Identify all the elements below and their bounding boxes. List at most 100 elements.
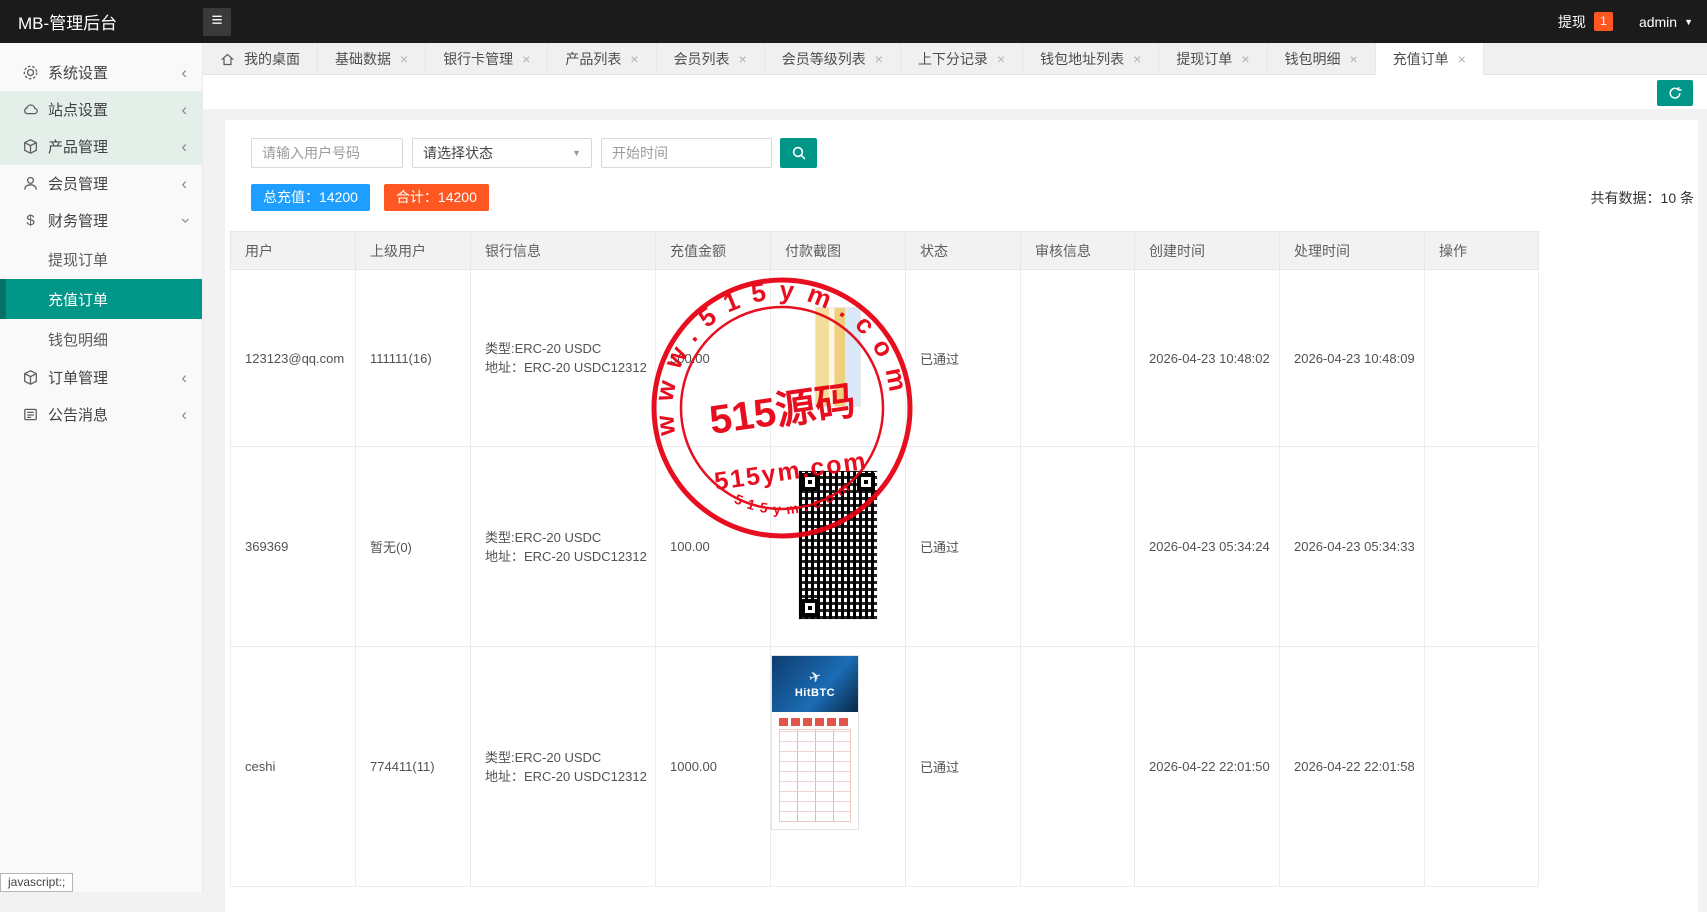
withdraw-count-badge: 1: [1594, 12, 1613, 31]
tab-withdraw-orders[interactable]: 提现订单 ×: [1159, 43, 1267, 75]
column-header-parent: 上级用户: [356, 232, 471, 270]
search-icon: [791, 145, 807, 161]
cell-processed: 2026-04-22 22:01:58: [1280, 647, 1425, 887]
tab-wallet-address-list[interactable]: 钱包地址列表 ×: [1023, 43, 1159, 75]
column-header-audit: 审核信息: [1021, 232, 1135, 270]
close-tab-icon[interactable]: ×: [739, 52, 747, 66]
cell-screenshot: [771, 447, 906, 647]
column-header-bank: 银行信息: [471, 232, 656, 270]
cell-screenshot: ✈ HitBTC: [771, 647, 906, 887]
app-header: MB-管理后台 ≡ 提现 1 admin ▼: [0, 0, 1707, 43]
user-menu[interactable]: admin ▼: [1639, 14, 1693, 30]
withdraw-shortcut[interactable]: 提现 1: [1558, 12, 1613, 32]
cell-status: 已通过: [906, 270, 1021, 447]
cell-bank: 类型:ERC-20 USDC 地址：ERC-20 USDC12312: [471, 447, 656, 647]
close-tab-icon[interactable]: ×: [1350, 52, 1358, 66]
close-tab-icon[interactable]: ×: [1133, 52, 1141, 66]
tab-member-list[interactable]: 会员列表 ×: [657, 43, 765, 75]
user-id-input[interactable]: [251, 138, 403, 168]
app-title: MB-管理后台: [18, 9, 188, 34]
close-tab-icon[interactable]: ×: [1458, 52, 1466, 66]
payment-screenshot-image[interactable]: ✈ HitBTC: [771, 655, 859, 830]
close-tab-icon[interactable]: ×: [875, 52, 883, 66]
close-tab-icon[interactable]: ×: [997, 52, 1005, 66]
chevron-down-icon: ‹: [176, 218, 193, 224]
cell-created: 2026-04-22 22:01:50: [1135, 647, 1280, 887]
cell-amount: 500.00: [656, 270, 771, 447]
filter-bar: 请选择状态 ▼: [251, 138, 1698, 168]
sidebar-item-order-management[interactable]: 订单管理 ‹: [0, 359, 202, 396]
close-tab-icon[interactable]: ×: [1241, 52, 1249, 66]
tab-bar: 我的桌面 基础数据 × 银行卡管理 × 产品列表 × 会员列表 × 会员等级列表…: [203, 43, 1707, 75]
cell-user: ceshi: [231, 647, 356, 887]
refresh-button[interactable]: [1657, 80, 1693, 106]
cell-parent: 暂无(0): [356, 447, 471, 647]
cell-status: 已通过: [906, 647, 1021, 887]
column-header-user: 用户: [231, 232, 356, 270]
cell-parent: 111111(16): [356, 270, 471, 447]
close-tab-icon[interactable]: ×: [630, 52, 638, 66]
content-card: 请选择状态 ▼ 总充值：14200 合计：14200 共有数据：10 条 用户 …: [225, 120, 1698, 912]
sidebar-item-member-management[interactable]: 会员管理 ‹: [0, 165, 202, 202]
caret-down-icon: ▼: [1684, 17, 1693, 27]
cell-processed: 2026-04-23 05:34:33: [1280, 447, 1425, 647]
hamburger-icon: ≡: [211, 10, 222, 31]
chevron-left-icon: ‹: [181, 101, 187, 118]
column-header-status: 状态: [906, 232, 1021, 270]
cell-bank: 类型:ERC-20 USDC 地址：ERC-20 USDC12312: [471, 270, 656, 447]
start-time-input[interactable]: [601, 138, 772, 168]
tab-product-list[interactable]: 产品列表 ×: [548, 43, 656, 75]
statusbar-link-hint: javascript:;: [0, 873, 73, 892]
cell-amount: 1000.00: [656, 647, 771, 887]
sum-badge: 合计：14200: [384, 184, 489, 211]
cloud-icon: [22, 101, 39, 118]
cell-screenshot: [771, 270, 906, 447]
cell-bank: 类型:ERC-20 USDC 地址：ERC-20 USDC12312: [471, 647, 656, 887]
cell-action: [1425, 270, 1539, 447]
username: admin: [1639, 14, 1677, 30]
tab-member-level-list[interactable]: 会员等级列表 ×: [765, 43, 901, 75]
tab-my-desktop[interactable]: 我的桌面: [203, 43, 318, 75]
total-recharge-badge: 总充值：14200: [251, 184, 370, 211]
close-tab-icon[interactable]: ×: [522, 52, 530, 66]
table-row: 369369 暂无(0) 类型:ERC-20 USDC 地址：ERC-20 US…: [231, 447, 1539, 647]
sidebar-item-product-management[interactable]: 产品管理 ‹: [0, 128, 202, 165]
cell-status: 已通过: [906, 447, 1021, 647]
tab-bank-card-management[interactable]: 银行卡管理 ×: [426, 43, 548, 75]
airplane-icon: ✈: [807, 668, 824, 686]
receipt-title-line: [779, 718, 851, 726]
tab-wallet-details[interactable]: 钱包明细 ×: [1268, 43, 1376, 75]
exchange-brand-label: HitBTC: [795, 687, 835, 699]
gear-icon: [22, 64, 39, 81]
sidebar-item-recharge-orders[interactable]: 充值订单: [0, 279, 202, 319]
receipt-table: [779, 729, 851, 822]
close-tab-icon[interactable]: ×: [400, 52, 408, 66]
chevron-left-icon: ‹: [181, 175, 187, 192]
sidebar-item-announcements[interactable]: 公告消息 ‹: [0, 396, 202, 433]
data-count: 共有数据：10 条: [1591, 188, 1694, 208]
dollar-icon: $: [22, 212, 39, 229]
withdraw-label: 提现: [1558, 12, 1586, 32]
sidebar-item-site-settings[interactable]: 站点设置 ‹: [0, 91, 202, 128]
sidebar-toggle-button[interactable]: ≡: [203, 8, 231, 36]
search-button[interactable]: [780, 138, 817, 168]
sidebar-item-withdraw-orders[interactable]: 提现订单: [0, 239, 202, 279]
table-row: ceshi 774411(11) 类型:ERC-20 USDC 地址：ERC-2…: [231, 647, 1539, 887]
tab-recharge-orders[interactable]: 充值订单 ×: [1376, 43, 1484, 75]
refresh-icon: [1667, 85, 1683, 101]
recharge-table: 用户 上级用户 银行信息 充值金额 付款截图 状态 审核信息 创建时间 处理时间…: [230, 231, 1539, 887]
cell-audit: [1021, 647, 1135, 887]
home-icon: [220, 52, 235, 67]
tab-updown-records[interactable]: 上下分记录 ×: [901, 43, 1023, 75]
qr-code-image[interactable]: [798, 470, 878, 620]
payment-screenshot-image[interactable]: [815, 307, 861, 407]
column-header-processed: 处理时间: [1280, 232, 1425, 270]
sidebar-item-system-settings[interactable]: 系统设置 ‹: [0, 54, 202, 91]
list-icon: [22, 406, 39, 423]
tab-base-data[interactable]: 基础数据 ×: [318, 43, 426, 75]
sidebar-item-finance-management[interactable]: $ 财务管理 ‹: [0, 202, 202, 239]
sidebar-item-wallet-details[interactable]: 钱包明细: [0, 319, 202, 359]
status-select[interactable]: 请选择状态 ▼: [412, 138, 592, 168]
chevron-left-icon: ‹: [181, 369, 187, 386]
cell-amount: 100.00: [656, 447, 771, 647]
